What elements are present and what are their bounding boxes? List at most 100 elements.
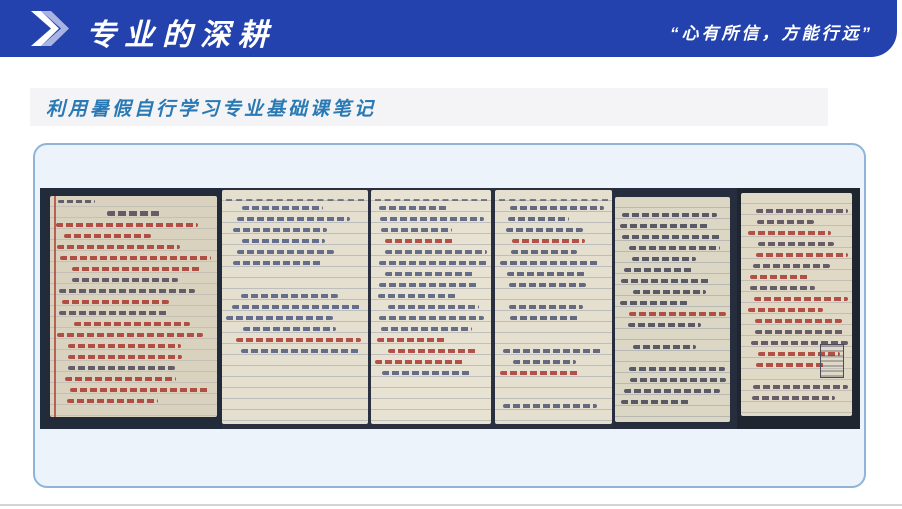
handwriting-line [510, 316, 580, 320]
exercise-header-dashed-line [375, 199, 487, 201]
notebook-page [495, 190, 612, 424]
handwriting-line [382, 371, 471, 375]
handwriting-line [629, 367, 725, 371]
notebook-photo-3 [370, 188, 493, 429]
notebook-page [741, 193, 852, 416]
handwriting-line [507, 272, 585, 276]
handwriting-line [233, 261, 322, 265]
header-quote: “心有所信，方能行远” [670, 19, 873, 44]
handwriting-line [632, 257, 696, 261]
handwriting-line [232, 305, 362, 309]
handwriting-line [67, 399, 158, 403]
notebook-photo-2 [222, 188, 370, 429]
handwriting-line [379, 316, 484, 320]
handwriting-line [59, 311, 169, 315]
handwriting-line [385, 250, 487, 254]
handwriting-line [508, 217, 569, 221]
section-heading-bar: 利用暑假自行学习专业基础课笔记 [30, 88, 828, 126]
handwriting-line [513, 360, 576, 364]
handwriting-line [621, 279, 710, 283]
handwriting-line [385, 239, 455, 243]
handwriting-line [72, 267, 202, 271]
handwriting-line [385, 272, 474, 276]
exercise-header-dashed-line [226, 199, 364, 201]
handwriting-line [68, 366, 175, 370]
page-title: 专业的深耕 [86, 10, 276, 54]
handwriting-line [753, 264, 830, 268]
handwriting-line [70, 388, 210, 392]
notebook-photo-4 [493, 188, 613, 429]
handwriting-line [226, 316, 333, 320]
notebook-page [371, 190, 491, 424]
handwriting-line [503, 404, 597, 408]
handwriting-line [633, 345, 696, 349]
handwriting-line [630, 378, 726, 382]
handwriting-line [755, 319, 842, 323]
handwriting-line [57, 245, 180, 249]
handwriting-line [509, 305, 583, 309]
handwriting-line [72, 278, 178, 282]
handwriting-line [236, 338, 361, 342]
handwriting-line [750, 286, 815, 290]
handwriting-line [379, 261, 487, 265]
handwriting-line [509, 283, 586, 287]
handwriting-line [756, 209, 848, 213]
handwriting-line [381, 228, 452, 232]
handwriting-line [756, 363, 824, 367]
handwriting-line [628, 323, 701, 327]
handwriting-line [633, 290, 706, 294]
handwriting-line [243, 327, 336, 331]
handwriting-line [60, 256, 211, 260]
handwriting-line [65, 377, 176, 381]
handwriting-line [379, 206, 449, 210]
handwriting-line [233, 228, 327, 232]
handwriting-line [629, 246, 720, 250]
handwriting-line [620, 224, 709, 228]
handwriting-line [242, 206, 323, 210]
notebook-page [50, 196, 217, 417]
diagram-sketch [820, 344, 844, 378]
notebook-page [222, 190, 368, 424]
handwriting-line [510, 206, 604, 210]
handwriting-line [380, 217, 484, 221]
handwriting-line [388, 305, 479, 309]
handwriting-line [74, 322, 190, 326]
handwriting-line [621, 400, 691, 404]
handwriting-line [620, 301, 688, 305]
handwriting-line [57, 333, 203, 337]
section-heading: 利用暑假自行学习专业基础课笔记 [46, 94, 376, 121]
handwriting-line [757, 220, 814, 224]
handwriting-line [629, 312, 726, 316]
handwriting-line [503, 349, 602, 353]
handwriting-line [754, 297, 848, 301]
handwriting-line [500, 371, 579, 375]
notebook-page [615, 197, 730, 422]
handwriting-line [388, 349, 477, 353]
handwriting-line [56, 223, 198, 227]
handwriting-line [500, 261, 599, 265]
handwriting-line [237, 250, 334, 254]
handwriting-line [750, 275, 810, 279]
handwriting-line [68, 344, 181, 348]
notebook-photo-5 [613, 188, 737, 429]
slide-bottom-edge [0, 504, 902, 506]
handwriting-line [241, 349, 359, 353]
exercise-header-dashed-line [499, 199, 608, 201]
handwriting-line [64, 234, 151, 238]
header-bar: 专业的深耕 “心有所信，方能行远” [0, 0, 897, 57]
handwriting-line [622, 235, 721, 239]
red-margin-line [54, 196, 56, 417]
handwriting-line [379, 283, 478, 287]
handwriting-line [748, 308, 823, 312]
handwriting-line [753, 385, 848, 389]
handwriting-line [758, 242, 834, 246]
handwriting-line [622, 213, 717, 217]
notebook-photo-1 [40, 188, 222, 429]
photo-strip [40, 188, 860, 429]
handwriting-line [375, 360, 465, 364]
handwriting-line [511, 250, 577, 254]
handwriting-line [241, 294, 338, 298]
handwriting-line [748, 231, 831, 235]
notebook-photo-6 [737, 188, 860, 429]
handwriting-line [512, 239, 585, 243]
